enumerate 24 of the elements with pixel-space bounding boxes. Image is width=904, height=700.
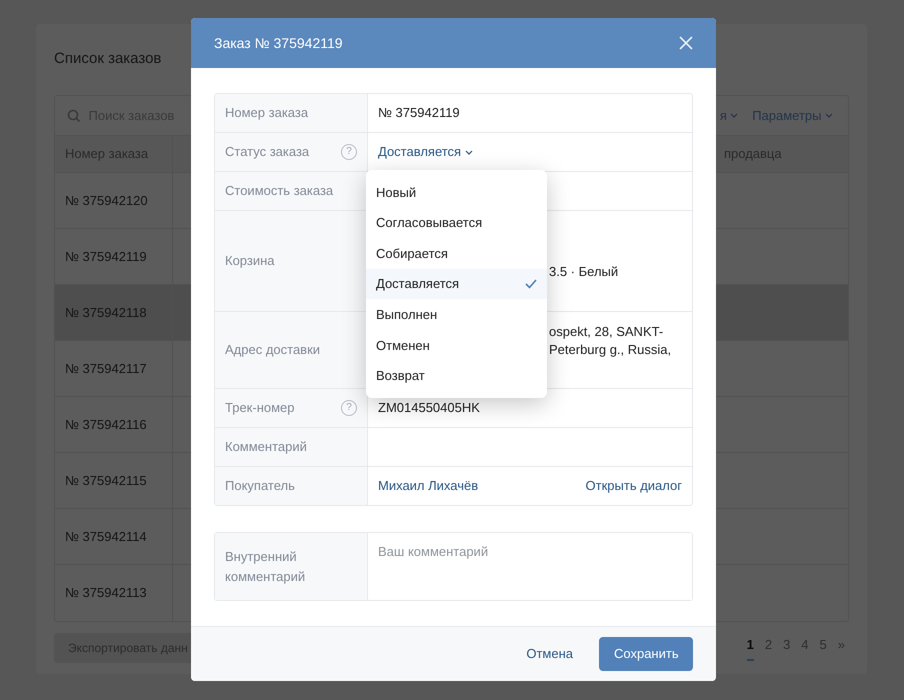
field-label: Статус заказа (225, 143, 310, 162)
table-cell-text: № 375942115 (65, 472, 147, 490)
table-cell-text: № 375942118 (65, 304, 147, 322)
field-value: Peterburg g., Russia, (549, 341, 672, 359)
table-cell-text: № 375942117 (65, 360, 147, 378)
field-label: Адрес доставки (225, 341, 320, 360)
table-cell-text: № 375942119 (65, 248, 147, 266)
field-label: Корзина (225, 252, 275, 270)
field-value: ospekt, 28, SANKT- (549, 323, 664, 341)
table-cell-text: № 375942120 (65, 192, 148, 210)
field-label: Комментарий (225, 438, 307, 456)
modal-title: Заказ № 375942119 (214, 34, 343, 52)
field-value: 3.5 · Белый (549, 263, 620, 281)
page-title: Список заказов (54, 49, 162, 70)
field-value: ZM014550405HK (378, 399, 481, 418)
field-label: Трек-номер (225, 399, 294, 418)
table-cell-text: № 375942114 (65, 528, 147, 546)
table-cell-text: № 375942113 (65, 584, 147, 602)
field-label: Стоимость заказа (225, 182, 334, 200)
field-label: Внутренний комментарий (225, 548, 306, 586)
table-cell-text: № 375942116 (65, 416, 147, 434)
field-value: № 375942119 (378, 104, 461, 122)
field-label: Номер заказа (225, 104, 308, 122)
field-label: Покупатель (225, 477, 295, 496)
